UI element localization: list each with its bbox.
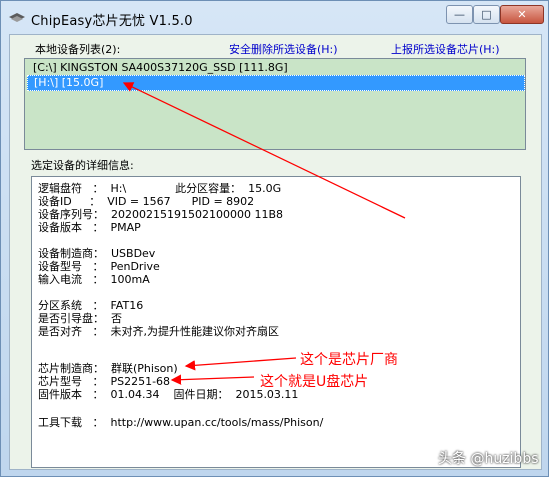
detail-line: 设备序列号： 20200215191502100000 11B8 <box>38 208 284 221</box>
detail-line: 设备ID ： VID = 1567 PID = 8902 <box>38 195 255 208</box>
detail-line-chip-model: 芯片型号 ： PS2251-68 <box>38 375 171 388</box>
close-button[interactable]: ✕ <box>500 5 544 24</box>
detail-line: 设备版本 ： PMAP <box>38 221 141 234</box>
close-icon: ✕ <box>517 8 527 21</box>
detail-line: 分区系统 ： FAT16 <box>38 299 144 312</box>
safe-remove-link[interactable]: 安全删除所选设备(H:) <box>229 41 338 57</box>
upload-chip-link[interactable]: 上报所选设备芯片(H:) <box>391 41 500 57</box>
manufacturer-annotation: 这个是芯片厂商 <box>300 352 398 368</box>
minimize-icon: — <box>454 8 465 21</box>
detail-line: 输入电流 ： 100mA <box>38 273 150 286</box>
device-list[interactable]: [C:\] KINGSTON SA400S37120G_SSD [111.8G]… <box>24 58 526 150</box>
chip-eye-icon <box>9 13 25 22</box>
watermark: 头条 @huzibbs <box>438 451 539 467</box>
detail-line-tool-download: 工具下载 ： http://www.upan.cc/tools/mass/Phi… <box>38 416 324 429</box>
detail-line: 是否引导盘： 否 <box>38 312 122 325</box>
detail-line-chip-maker: 芯片制造商： 群联(Phison) <box>38 362 178 375</box>
device-list-label: 本地设备列表(2): <box>35 43 121 56</box>
detail-line: 逻辑盘符 ： H:\ 此分区容量： 15.0G <box>38 182 282 195</box>
title-bar[interactable]: ChipEasy芯片无忧 V1.5.0 — □ ✕ <box>1 1 549 34</box>
chip-model-annotation: 这个就是U盘芯片 <box>260 374 369 390</box>
app-window: ChipEasy芯片无忧 V1.5.0 — □ ✕ 本地设备列表(2): 安全删… <box>0 0 549 477</box>
window-title: ChipEasy芯片无忧 V1.5.0 <box>31 14 193 29</box>
details-textbox[interactable]: 逻辑盘符 ： H:\ 此分区容量： 15.0G 设备ID ： VID = 156… <box>31 176 521 468</box>
device-item-h-selected[interactable]: [H:\] [15.0G] <box>27 75 525 91</box>
details-label: 选定设备的详细信息: <box>31 159 134 172</box>
maximize-icon: □ <box>481 8 492 21</box>
detail-line: 设备制造商： USBDev <box>38 247 156 260</box>
detail-line: 是否对齐 ： 未对齐,为提升性能建议你对齐扇区 <box>38 325 279 338</box>
device-item-c[interactable]: [C:\] KINGSTON SA400S37120G_SSD [111.8G] <box>27 61 529 75</box>
minimize-button[interactable]: — <box>446 5 473 24</box>
detail-line: 设备型号 ： PenDrive <box>38 260 160 273</box>
maximize-button[interactable]: □ <box>473 5 500 24</box>
